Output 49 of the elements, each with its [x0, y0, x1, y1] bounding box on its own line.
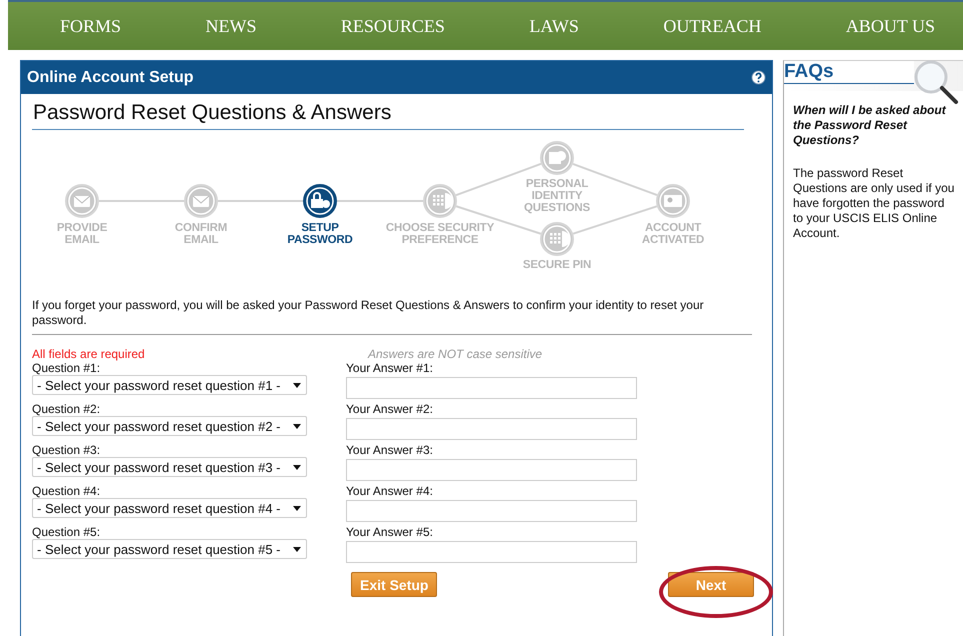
step-label: SETUP PASSWORD: [287, 222, 353, 246]
panel-title: Online Account Setup: [27, 68, 194, 86]
answer-field[interactable]: [346, 500, 637, 522]
nav-link[interactable]: OUTREACH: [663, 16, 762, 36]
nav-link[interactable]: FORMS: [60, 16, 122, 36]
question-label: Question #3:: [32, 443, 102, 457]
help-icon[interactable]: [751, 70, 766, 85]
exit-button[interactable]: Exit Setup: [351, 572, 438, 597]
answer-label: Your Answer #3:: [346, 443, 434, 457]
answer-label: Your Answer #5:: [346, 525, 434, 539]
answer-field[interactable]: [346, 377, 637, 399]
required-note: All fields are required: [32, 347, 146, 361]
faq-answer: The password Reset Questions are only used if you have forgotten the password to your USCIS ELIS Online Account.: [792, 165, 956, 241]
step-label: PERSONAL IDENTITY QUESTIONS: [524, 178, 590, 214]
answer-label: Your Answer #4:: [346, 484, 434, 498]
caret-icon: [293, 506, 301, 510]
answer-field[interactable]: [346, 541, 637, 563]
case-note: Answers are NOT case sensitive: [366, 347, 544, 361]
nav-link[interactable]: NEWS: [205, 16, 256, 36]
step-label: CONFIRM EMAIL: [174, 222, 228, 246]
question-label: Question #2:: [32, 402, 102, 416]
step-label: CHOOSE SECURITY PREFERENCE: [386, 222, 494, 246]
nav-link[interactable]: RESOURCES: [340, 16, 445, 36]
caret-icon: [293, 382, 301, 388]
answer-field[interactable]: [346, 418, 637, 440]
question-select[interactable]: - Select your password reset question #1 -: [32, 375, 307, 395]
page-heading: Password Reset Questions & Answers: [32, 98, 744, 130]
nav-link[interactable]: ABOUT US: [846, 16, 935, 36]
faq-question: When will I be asked about the Password Reset Questions?: [792, 102, 948, 148]
step-label: SECURE PIN: [522, 259, 592, 271]
intro-text: If you forget your password, you will be asked your Password Reset Questions & Answers to confirm your identity to reset your password.: [32, 298, 752, 335]
nav-link[interactable]: LAWS: [529, 16, 579, 36]
question-select[interactable]: - Select your password reset question #4 -: [32, 498, 307, 518]
step-label: ACCOUNT ACTIVATED: [642, 222, 704, 246]
question-select[interactable]: - Select your password reset question #3 -: [32, 457, 307, 477]
answer-field[interactable]: [346, 459, 637, 481]
caret-icon: [293, 464, 301, 470]
caret-icon: [293, 424, 301, 428]
faq-title: FAQs: [784, 61, 914, 84]
question-label: Question #1:: [32, 361, 102, 375]
question-select[interactable]: - Select your password reset question #5 -: [32, 539, 307, 559]
question-select[interactable]: - Select your password reset question #2 -: [32, 416, 307, 436]
question-label: Question #5:: [32, 525, 102, 539]
answer-label: Your Answer #1:: [346, 361, 434, 375]
step-label: PROVIDE EMAIL: [56, 222, 108, 246]
answer-label: Your Answer #2:: [346, 402, 434, 416]
caret-icon: [293, 546, 301, 552]
next-button[interactable]: Next: [668, 572, 754, 597]
question-label: Question #4:: [32, 484, 102, 498]
